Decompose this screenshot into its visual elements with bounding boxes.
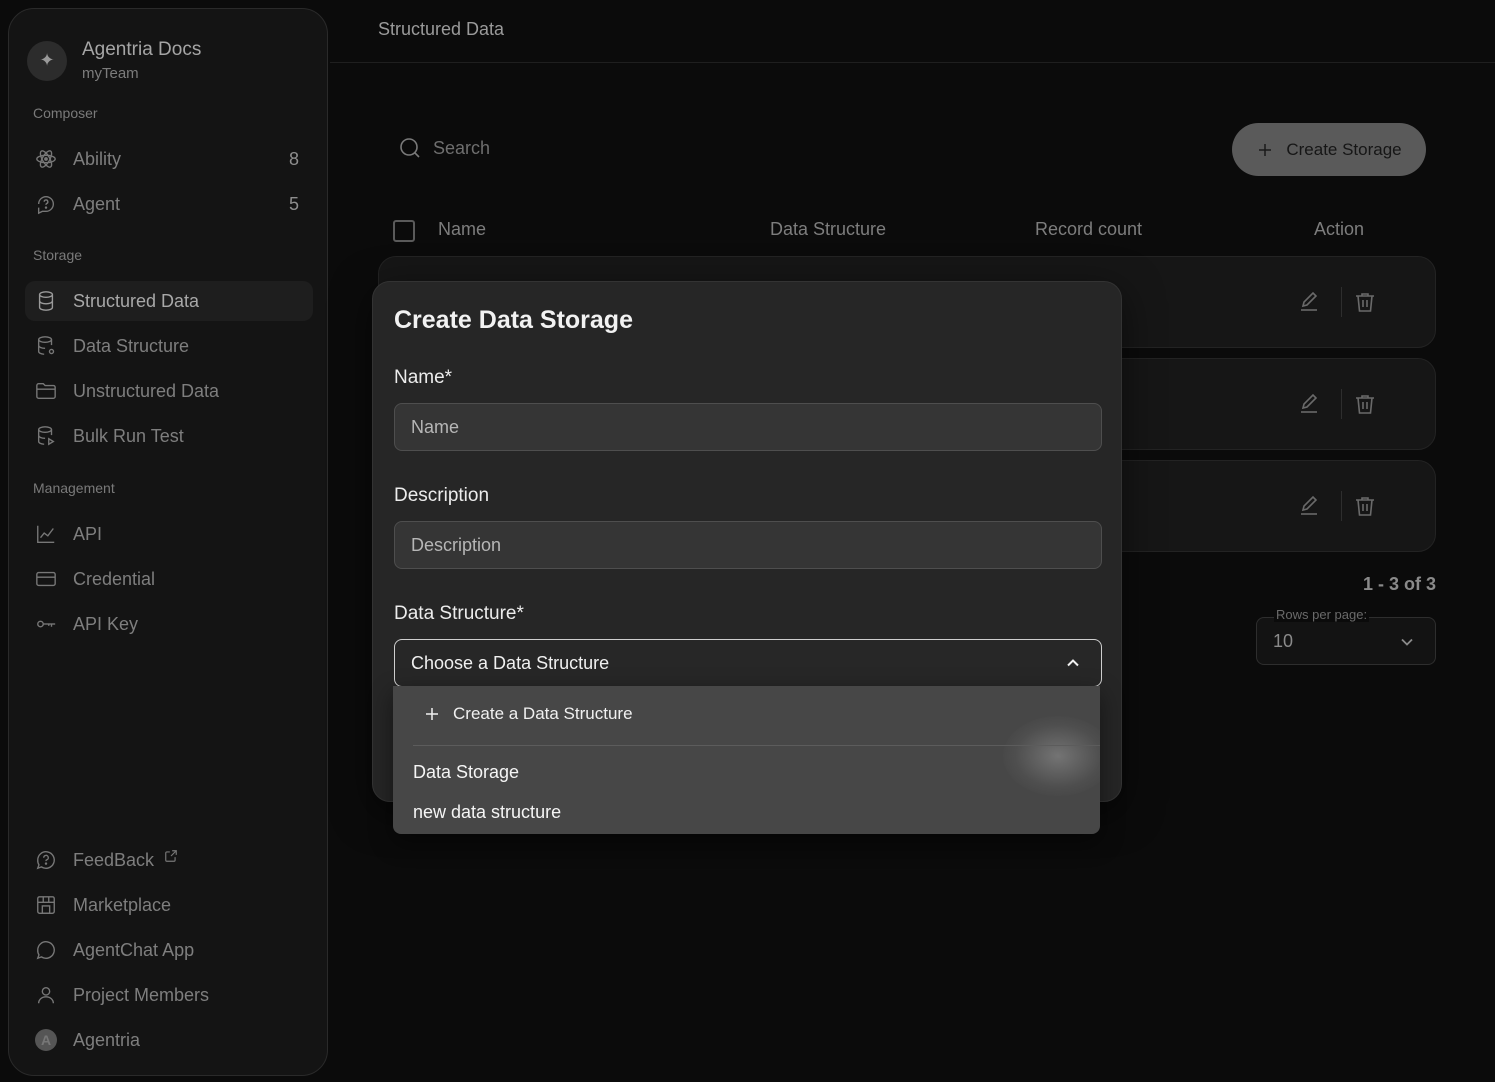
data-structure-select[interactable]: Choose a Data Structure — [394, 639, 1102, 687]
sidebar-item-label: API Key — [73, 613, 139, 634]
column-header-action: Action — [1314, 219, 1365, 239]
column-header-record-count[interactable]: Record count — [1035, 219, 1142, 240]
chat-bubble-icon — [35, 939, 57, 961]
create-storage-label: Create Storage — [1286, 139, 1402, 159]
sidebar-item-agent[interactable]: Agent 5 — [25, 184, 313, 224]
sidebar-item-account[interactable]: A Agentria — [25, 1020, 313, 1060]
sidebar-item-label: Structured Data — [73, 290, 200, 311]
user-icon — [35, 984, 57, 1006]
create-data-structure-option[interactable]: Create a Data Structure — [423, 704, 633, 724]
team-name: myTeam — [82, 65, 139, 82]
sidebar-item-agentchat-app[interactable]: AgentChat App — [25, 930, 313, 970]
agent-count: 5 — [288, 193, 299, 214]
folder-icon — [35, 380, 57, 402]
sidebar-item-structured-data[interactable]: Structured Data — [25, 281, 313, 321]
credit-card-icon — [35, 568, 57, 590]
edit-icon[interactable] — [1297, 392, 1321, 416]
section-label-composer: Composer — [33, 105, 98, 121]
name-label: Name* — [394, 367, 453, 388]
sidebar-item-label: Project Members — [73, 984, 210, 1005]
key-icon — [35, 613, 57, 635]
select-all-checkbox[interactable] — [393, 220, 415, 242]
create-storage-button[interactable]: Create Storage — [1232, 123, 1426, 176]
avatar: A — [35, 1029, 57, 1051]
action-divider — [1341, 389, 1342, 419]
data-structure-placeholder: Choose a Data Structure — [411, 652, 610, 673]
pagination-summary: 1 - 3 of 3 — [1362, 574, 1436, 594]
agent-icon — [35, 193, 57, 215]
action-divider — [1341, 287, 1342, 317]
trash-icon[interactable] — [1353, 392, 1377, 416]
sidebar-item-project-members[interactable]: Project Members — [25, 975, 313, 1015]
dialog-title: Create Data Storage — [394, 306, 633, 334]
chevron-down-icon — [1397, 632, 1417, 652]
chevron-up-icon — [1063, 653, 1083, 673]
edit-icon[interactable] — [1297, 290, 1321, 314]
sidebar-item-label: Credential — [73, 568, 156, 589]
description-label: Description — [394, 485, 490, 506]
cursor-highlight — [1003, 716, 1100, 796]
sidebar-item-label: Ability — [73, 148, 122, 169]
plus-icon — [1256, 141, 1274, 159]
sidebar-item-label: Unstructured Data — [73, 380, 220, 401]
sidebar-item-ability[interactable]: Ability 8 — [25, 139, 313, 179]
sidebar-item-label: Agentria — [73, 1029, 141, 1050]
trash-icon[interactable] — [1353, 494, 1377, 518]
edit-icon[interactable] — [1297, 494, 1321, 518]
plus-icon — [423, 705, 441, 723]
atom-icon — [35, 148, 57, 170]
section-label-management: Management — [33, 480, 115, 496]
sidebar-item-data-structure[interactable]: Data Structure — [25, 326, 313, 366]
sidebar-item-label: API — [73, 523, 103, 544]
rows-per-page-value: 10 — [1273, 630, 1294, 651]
page-title: Structured Data — [378, 19, 505, 39]
sidebar-item-bulk-run-test[interactable]: Bulk Run Test — [25, 416, 313, 456]
sidebar-item-label: Marketplace — [73, 894, 172, 915]
search-placeholder: Search — [433, 137, 491, 158]
dropdown-option-new-data-structure[interactable]: new data structure — [413, 802, 561, 823]
external-link-icon — [164, 849, 186, 871]
database-settings-icon — [35, 335, 57, 357]
sidebar-item-unstructured-data[interactable]: Unstructured Data — [25, 371, 313, 411]
sidebar-item-credential[interactable]: Credential — [25, 559, 313, 599]
header-divider — [330, 62, 1495, 63]
sidebar-item-label: FeedBack — [73, 849, 155, 870]
dropdown-option-data-storage[interactable]: Data Storage — [413, 762, 519, 783]
data-structure-label: Data Structure* — [394, 603, 524, 624]
trash-icon[interactable] — [1353, 290, 1377, 314]
database-run-icon — [35, 425, 57, 447]
sidebar-item-marketplace[interactable]: Marketplace — [25, 885, 313, 925]
name-input[interactable] — [394, 403, 1102, 451]
sidebar-item-api[interactable]: API — [25, 514, 313, 554]
column-header-name[interactable]: Name — [438, 219, 486, 240]
sidebar-item-api-key[interactable]: API Key — [25, 604, 313, 644]
workspace-name: Agentria Docs — [82, 39, 202, 60]
database-icon — [35, 290, 57, 312]
workspace-switcher[interactable]: ✦ Agentria Docs myTeam — [27, 39, 201, 82]
search-icon — [398, 136, 422, 160]
create-data-structure-label: Create a Data Structure — [453, 704, 633, 723]
data-structure-dropdown: Create a Data Structure Data Storage new… — [393, 686, 1100, 834]
sidebar-item-label: AgentChat App — [73, 939, 195, 960]
action-divider — [1341, 491, 1342, 521]
store-icon — [35, 894, 57, 916]
sidebar-item-feedback[interactable]: FeedBack — [25, 840, 313, 880]
sidebar-item-label: Agent — [73, 193, 121, 214]
rows-per-page-label: Rows per page: — [1274, 607, 1370, 622]
sidebar-item-label: Data Structure — [73, 335, 190, 356]
search-input[interactable]: Search — [398, 136, 490, 160]
column-header-data-structure[interactable]: Data Structure — [770, 219, 886, 240]
chart-line-icon — [35, 523, 57, 545]
sparkle-icon: ✦ — [27, 40, 67, 81]
rows-per-page-select[interactable]: 10 — [1256, 617, 1436, 665]
dropdown-divider — [413, 745, 1100, 746]
sidebar-item-label: Bulk Run Test — [73, 425, 184, 446]
ability-count: 8 — [288, 148, 299, 169]
sidebar: ✦ Agentria Docs myTeam Composer Ability … — [8, 8, 328, 1076]
section-label-storage: Storage — [33, 247, 83, 263]
description-input[interactable] — [394, 521, 1102, 569]
help-circle-icon — [35, 849, 57, 871]
